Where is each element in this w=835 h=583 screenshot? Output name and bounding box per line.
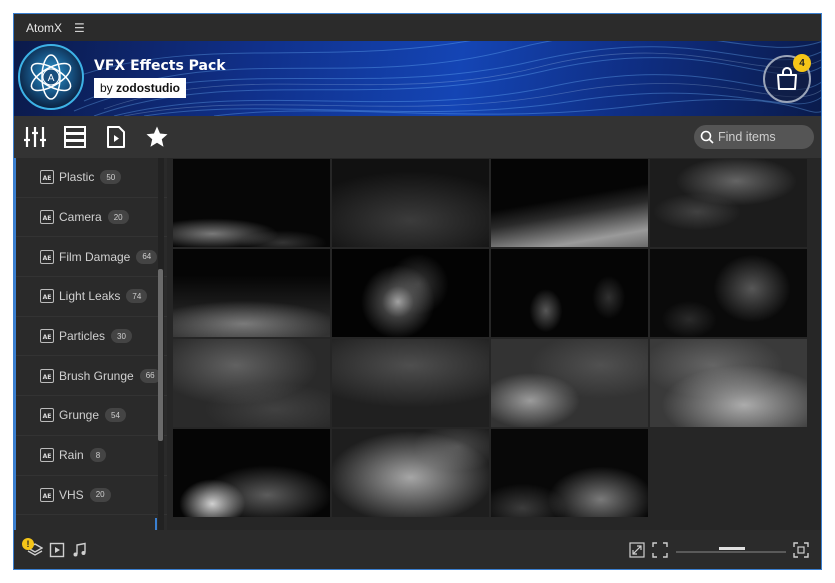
fit-icon[interactable]: [651, 541, 669, 559]
sidebar-item-particles[interactable]: AE Particles 30: [16, 317, 167, 357]
category-sidebar: AE Plastic 50 AE Camera 20 AE Film Damag…: [14, 158, 167, 530]
play-icon[interactable]: [48, 541, 66, 559]
effect-thumbnail[interactable]: [173, 249, 330, 337]
category-count: 8: [89, 448, 107, 463]
search-box[interactable]: [694, 125, 814, 149]
author-prefix: by: [100, 81, 113, 95]
category-count: 54: [105, 408, 126, 423]
expand-icon[interactable]: [628, 541, 646, 559]
category-count: 30: [111, 329, 132, 344]
ae-file-icon: AE: [40, 170, 54, 185]
ae-file-icon: AE: [40, 289, 54, 304]
ae-file-icon: AE: [40, 408, 54, 423]
effect-thumbnail[interactable]: [332, 159, 489, 247]
effect-thumbnail[interactable]: [491, 339, 648, 427]
ae-file-icon: AE: [40, 329, 54, 344]
sidebar-item-brush-grunge[interactable]: AE Brush Grunge 66: [16, 356, 167, 397]
category-count: 74: [126, 289, 148, 304]
category-count: 20: [107, 210, 129, 225]
author-name: zodostudio: [116, 81, 181, 95]
music-icon[interactable]: [70, 541, 88, 559]
search-input[interactable]: [718, 130, 810, 144]
effect-thumbnail[interactable]: [491, 249, 648, 337]
status-bar: [14, 530, 821, 569]
atomx-logo: A: [18, 44, 84, 110]
effects-grid: [173, 159, 810, 530]
sidebar-selection-edge: [155, 518, 157, 530]
effect-thumbnail[interactable]: [173, 429, 330, 517]
warning-badge[interactable]: !: [22, 538, 34, 550]
sidebar-item-film-damage[interactable]: AE Film Damage 64: [16, 237, 167, 278]
svg-text:A: A: [48, 73, 55, 84]
effect-thumbnail[interactable]: [173, 159, 330, 247]
effect-thumbnail[interactable]: [650, 339, 807, 427]
star-icon[interactable]: [144, 124, 170, 150]
category-label: Rain: [59, 448, 84, 463]
slider-handle[interactable]: [719, 547, 745, 550]
effect-thumbnail[interactable]: [491, 159, 648, 247]
fullscreen-icon[interactable]: [792, 541, 810, 559]
category-label: Plastic: [59, 170, 95, 185]
ae-file-icon: AE: [40, 368, 54, 383]
category-label: Film Damage: [59, 249, 131, 264]
cart-count-badge: 4: [793, 54, 811, 72]
category-label: Camera: [59, 210, 102, 225]
category-label: Brush Grunge: [59, 368, 134, 383]
title-bar: AtomX ☰: [14, 14, 821, 41]
sidebar-item-grunge[interactable]: AE Grunge 54: [16, 396, 167, 436]
category-label: Grunge: [59, 408, 100, 423]
sidebar-item-light-leaks[interactable]: AE Light Leaks 74: [16, 277, 167, 317]
hamburger-icon[interactable]: ☰: [74, 21, 85, 35]
sidebar-scrollbar-thumb[interactable]: [158, 269, 163, 441]
toolbar: [14, 116, 821, 158]
pack-title: VFX Effects Pack: [94, 58, 226, 74]
pack-author[interactable]: by zodostudio: [94, 78, 187, 98]
sidebar-item-rain[interactable]: AE Rain 8: [16, 436, 167, 476]
effect-thumbnail[interactable]: [332, 429, 489, 517]
app-title: AtomX: [26, 20, 63, 35]
category-label: VHS: [59, 487, 84, 502]
category-count: 20: [89, 487, 111, 502]
ae-file-icon: AE: [40, 210, 54, 225]
ae-file-icon: AE: [40, 487, 54, 502]
category-label: Particles: [59, 329, 106, 344]
ae-file-icon: AE: [40, 448, 54, 463]
sliders-icon[interactable]: [22, 124, 48, 150]
category-label: Light Leaks: [59, 289, 121, 304]
media-file-icon[interactable]: [103, 124, 129, 150]
effect-thumbnail[interactable]: [173, 339, 330, 427]
effect-thumbnail[interactable]: [332, 249, 489, 337]
pack-banner: A VFX Effects Pack by zodostudio: [14, 41, 821, 116]
category-count: 64: [136, 249, 158, 264]
sidebar-item-plastic[interactable]: AE Plastic 50: [16, 158, 167, 198]
effect-thumbnail[interactable]: [491, 429, 648, 517]
search-icon: [700, 130, 714, 144]
effect-thumbnail[interactable]: [650, 159, 807, 247]
ae-file-icon: AE: [40, 249, 54, 264]
category-count: 50: [100, 170, 122, 185]
list-view-icon[interactable]: [62, 124, 88, 150]
sidebar-item-camera[interactable]: AE Camera 20: [16, 198, 167, 238]
sidebar-item-vhs[interactable]: AE VHS 20: [16, 476, 167, 516]
app-window: AtomX ☰ A VFX Effects Pack by zodostudio…: [13, 13, 822, 570]
effect-thumbnail[interactable]: [650, 249, 807, 337]
thumbnail-size-slider[interactable]: [676, 551, 786, 553]
effect-thumbnail[interactable]: [332, 339, 489, 427]
atom-icon: A: [30, 54, 72, 100]
